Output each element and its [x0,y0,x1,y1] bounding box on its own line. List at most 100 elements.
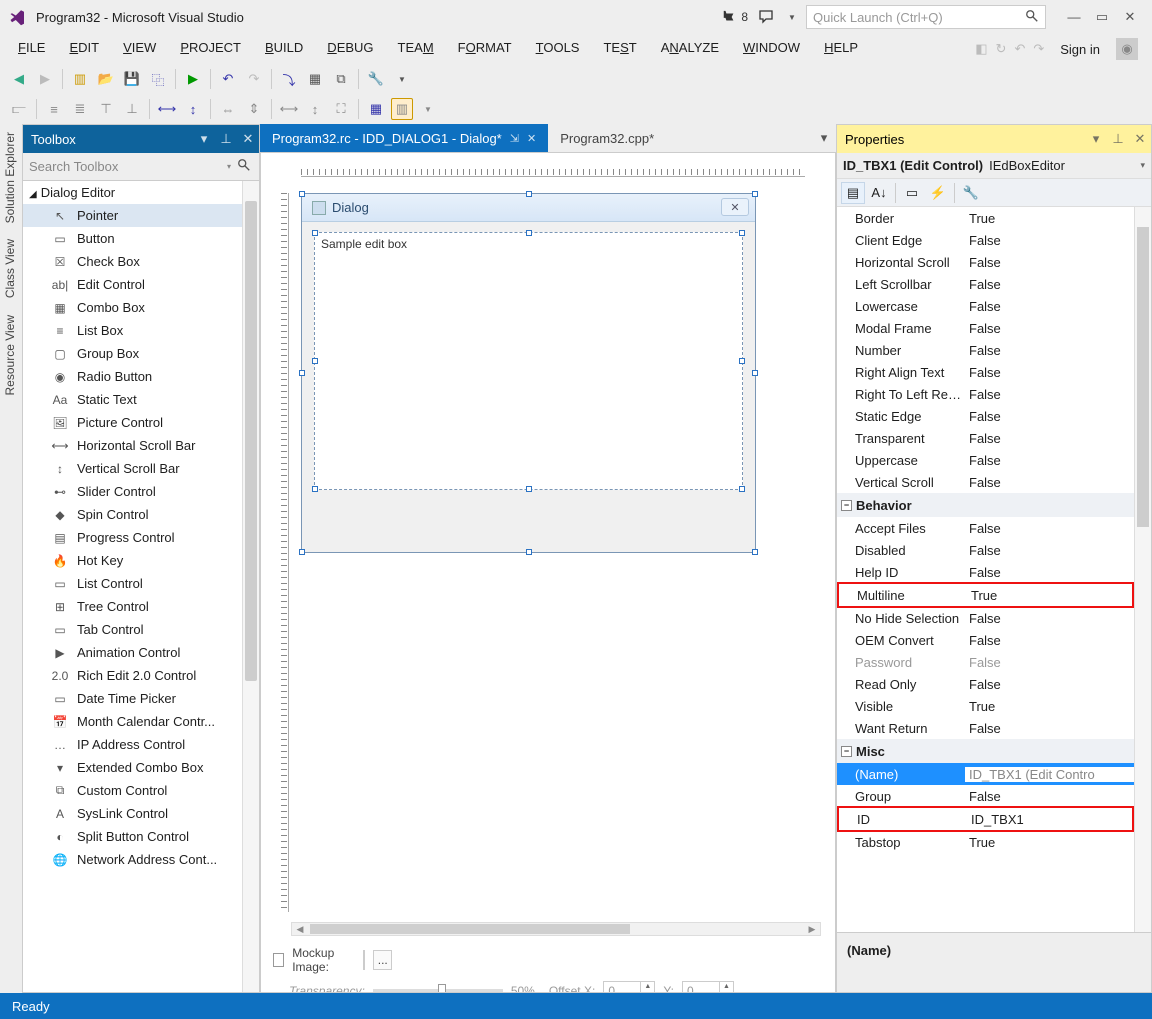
tab-dialog-editor[interactable]: Program32.rc - IDD_DIALOG1 - Dialog* ⇲ ✕ [260,124,548,152]
property-pages-button[interactable]: ▭ [900,182,924,204]
property-category[interactable]: −Behavior [837,493,1134,517]
property-value[interactable]: False [965,277,1134,292]
step-down-icon[interactable]: ▼ [720,991,733,993]
resize-handle[interactable] [526,230,532,236]
menu-project[interactable]: PROJECT [170,34,251,64]
property-row[interactable]: OEM ConvertFalse [837,629,1134,651]
property-value[interactable]: False [965,543,1134,558]
toolbox-item[interactable]: ▶Animation Control [23,641,259,664]
scrollbar-thumb[interactable] [245,201,257,681]
toolbox-item[interactable]: ☒Check Box [23,250,259,273]
property-row[interactable]: Modal FrameFalse [837,317,1134,339]
menu-format[interactable]: FORMAT [448,34,522,64]
property-value[interactable]: False [965,521,1134,536]
dialog-window[interactable]: Dialog ✕ Sample edit box [301,193,756,553]
property-row[interactable]: Vertical ScrollFalse [837,471,1134,493]
toolbox-item[interactable]: ▭List Control [23,572,259,595]
toggle-guides-button[interactable]: ▥ [391,98,413,120]
toolbox-item[interactable]: ⊞Tree Control [23,595,259,618]
redo-nav-icon[interactable]: ↷ [1033,41,1044,57]
categorized-button[interactable]: ▤ [841,182,865,204]
menu-tools[interactable]: TOOLS [526,34,590,64]
property-value[interactable]: False [965,387,1134,402]
toolbox-item[interactable]: 📅Month Calendar Contr... [23,710,259,733]
toolbox-item[interactable]: ⟷Horizontal Scroll Bar [23,434,259,457]
property-value[interactable]: False [965,475,1134,490]
align-tops-button[interactable]: ⊤ [95,98,117,120]
toolbox-menu-icon[interactable]: ▾ [197,132,211,146]
toolbox-item[interactable]: 2.0Rich Edit 2.0 Control [23,664,259,687]
align-left-button[interactable]: ⫍ [8,98,30,120]
alphabetical-button[interactable]: A↓ [867,182,891,204]
menu-file[interactable]: FILE [8,34,55,64]
open-button[interactable]: 📂 [95,68,117,90]
toolbox-item[interactable]: 🖼Picture Control [23,411,259,434]
menu-view[interactable]: VIEW [113,34,166,64]
same-size-button[interactable]: ⛶ [330,98,352,120]
resize-handle[interactable] [312,230,318,236]
menu-test[interactable]: TEST [593,34,646,64]
menu-debug[interactable]: DEBUG [317,34,383,64]
property-value[interactable]: False [965,255,1134,270]
resize-handle[interactable] [526,486,532,492]
tab-cpp[interactable]: Program32.cpp* [548,124,666,152]
pane-menu-icon[interactable]: ▾ [1089,132,1103,146]
property-row[interactable]: NumberFalse [837,339,1134,361]
resize-handle[interactable] [526,191,532,197]
feedback-dropdown-icon[interactable]: ▼ [784,9,800,25]
mockup-checkbox[interactable] [273,953,284,967]
menu-team[interactable]: TEAM [388,34,444,64]
property-row[interactable]: Right Align TextFalse [837,361,1134,383]
property-value[interactable]: False [965,611,1134,626]
property-row[interactable]: BorderTrue [837,207,1134,229]
menu-help[interactable]: HELP [814,34,868,64]
quick-launch-input[interactable]: Quick Launch (Ctrl+Q) [806,5,1046,29]
property-value[interactable]: True [965,211,1134,226]
dialog-close-button[interactable]: ✕ [721,198,749,216]
close-pane-icon[interactable]: ✕ [1133,132,1147,146]
scroll-right-icon[interactable]: ▶ [804,923,820,935]
same-width-button[interactable]: ⟷ [278,98,300,120]
menu-build[interactable]: BUILD [255,34,313,64]
toolbox-item[interactable]: ▭Date Time Picker [23,687,259,710]
same-height-button[interactable]: ↕ [304,98,326,120]
property-value[interactable]: False [965,789,1134,804]
nav-fwd-button[interactable]: ▶ [34,68,56,90]
resize-handle[interactable] [752,191,758,197]
mockup-browse-button[interactable]: ... [373,950,392,970]
resize-handle[interactable] [752,549,758,555]
property-value[interactable]: False [965,343,1134,358]
save-all-button[interactable]: ⿻ [147,68,169,90]
center-horz-button[interactable]: ↕ [182,98,204,120]
flag-icon[interactable] [721,9,737,25]
menu-window[interactable]: WINDOW [733,34,810,64]
property-row[interactable]: No Hide SelectionFalse [837,607,1134,629]
dialog-editor-surface[interactable]: Dialog ✕ Sample edit box [260,152,836,993]
toolbox-item[interactable]: ⊷Slider Control [23,480,259,503]
toolbox-item[interactable]: ↕Vertical Scroll Bar [23,457,259,480]
toolbox-item[interactable]: ab|Edit Control [23,273,259,296]
close-pane-icon[interactable]: ✕ [241,132,255,146]
property-value[interactable]: False [965,321,1134,336]
minimize-button[interactable]: — [1060,7,1088,27]
property-value[interactable]: False [965,453,1134,468]
toolbox-item[interactable]: …IP Address Control [23,733,259,756]
offset-x-stepper[interactable]: 0▲▼ [603,981,655,993]
property-value[interactable]: False [965,655,1134,670]
layers-button[interactable]: ⧉ [330,68,352,90]
property-row[interactable]: Horizontal ScrollFalse [837,251,1134,273]
toolbox-item[interactable]: 🔥Hot Key [23,549,259,572]
property-row[interactable]: Accept FilesFalse [837,517,1134,539]
property-value[interactable]: False [965,299,1134,314]
property-row[interactable]: Static EdgeFalse [837,405,1134,427]
slider-thumb[interactable] [438,984,446,993]
test-dialog-button[interactable]: ▦ [304,68,326,90]
property-row[interactable]: LowercaseFalse [837,295,1134,317]
toolbox-scrollbar[interactable] [242,181,259,992]
property-value[interactable]: ID_TBX1 [967,812,1132,827]
scrollbar-thumb[interactable] [310,924,630,934]
align-rights-button[interactable]: ≣ [69,98,91,120]
bookmark-icon[interactable]: ◧ [975,41,987,57]
align-lefts-button[interactable]: ≡ [43,98,65,120]
property-row[interactable]: GroupFalse [837,785,1134,807]
